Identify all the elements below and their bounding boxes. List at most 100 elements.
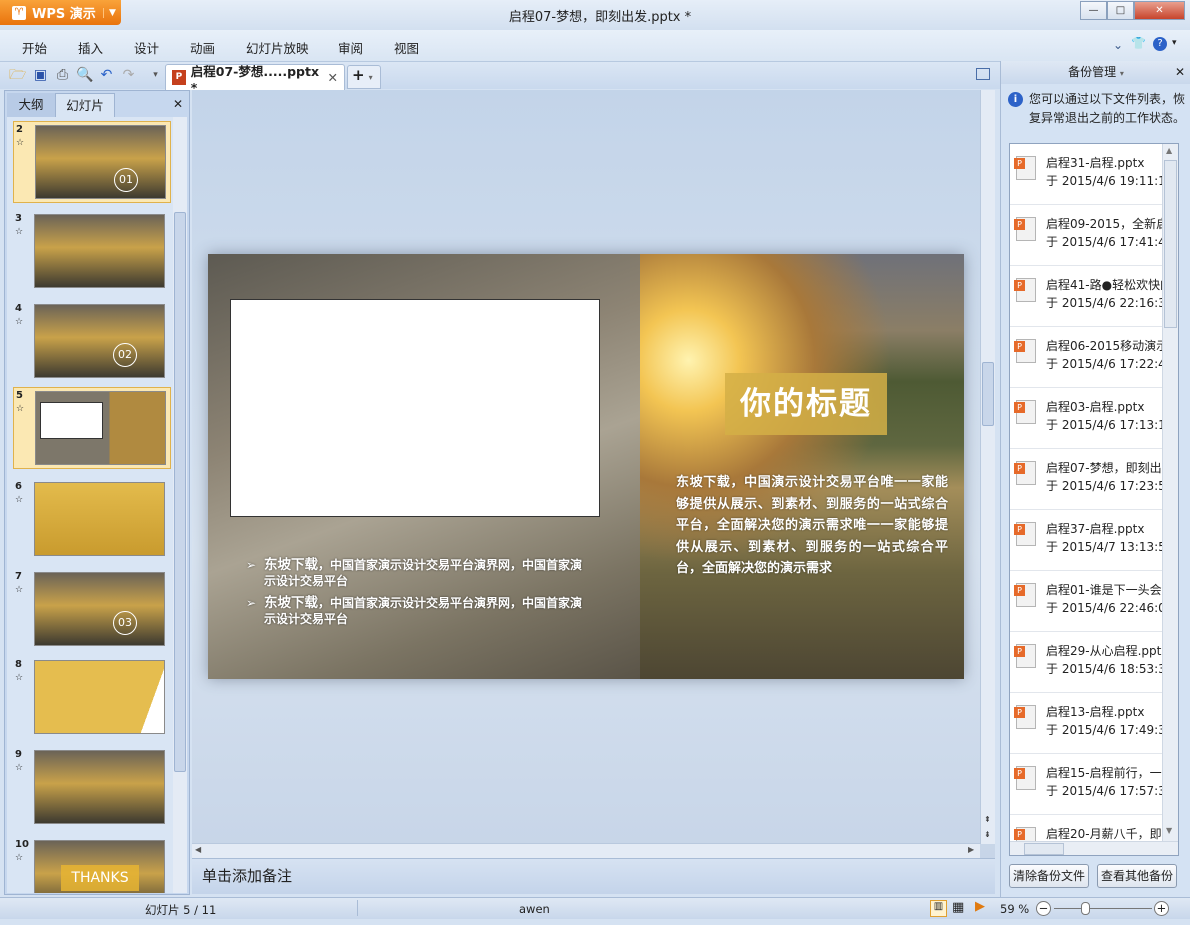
slide-thumbnail-selected[interactable]: 5 ☆: [13, 387, 171, 469]
tab-slides[interactable]: 幻灯片: [55, 93, 115, 117]
slide-title[interactable]: 你的标题: [725, 373, 887, 435]
backup-file-item[interactable]: 启程15-启程前行，一于 2015/4/6 17:57:3: [1010, 754, 1166, 815]
slideshow-icon[interactable]: ▶: [975, 899, 985, 914]
tab-outline[interactable]: 大纲: [7, 93, 55, 117]
view-other-backups-button[interactable]: 查看其他备份: [1097, 864, 1177, 888]
wps-logo-icon: ♈: [12, 5, 26, 20]
slide-thumbnail[interactable]: 10 ☆ THANKS: [13, 837, 171, 893]
backup-file-time: 于 2015/4/6 17:13:1: [1046, 418, 1166, 432]
backup-file-list: 启程31-启程.pptx 于 2015/4/6 19:11:1 启程09-2015，…: [1009, 143, 1179, 856]
backup-file-item[interactable]: 启程13-启程.pptx 于 2015/4/6 17:49:3: [1010, 693, 1166, 754]
scroll-right-icon[interactable]: ▶: [968, 845, 974, 854]
wps-app-menu-button[interactable]: ♈ WPS 演示 ▼: [0, 0, 121, 25]
slide-number: 4: [15, 303, 22, 314]
scroll-down-icon[interactable]: ▼: [1166, 826, 1172, 835]
slide-body-text[interactable]: 东坡下载，中国演示设计交易平台唯一一家能够提供从展示、到素材、到服务的一站式综合…: [676, 472, 948, 580]
slides-panel: 大纲 幻灯片 ✕ 2 ☆ 01 3 ☆ 4 ☆ 02 5 ☆ 6 ☆ 7 ☆ 03 8 ☆ 9 ☆ 1…: [4, 90, 190, 895]
maximize-button[interactable]: □: [1107, 1, 1134, 20]
backup-file-item[interactable]: 启程31-启程.pptx 于 2015/4/6 19:11:1: [1010, 144, 1166, 205]
zoom-slider[interactable]: [1054, 902, 1152, 915]
layout-toggle-icon[interactable]: [976, 68, 990, 80]
close-panel-icon[interactable]: ✕: [1175, 61, 1185, 84]
backup-file-item[interactable]: 启程09-2015，全新启于 2015/4/6 17:41:4: [1010, 205, 1168, 266]
pptx-file-icon: [1014, 156, 1036, 180]
slide-thumbnail[interactable]: 8 ☆: [13, 657, 171, 739]
backup-file-time: 于 2015/4/6 17:41:4: [1046, 235, 1166, 249]
pptx-file-icon: [1014, 339, 1036, 363]
scroll-left-icon[interactable]: ◀: [195, 845, 201, 854]
pptx-file-icon: [1014, 522, 1036, 546]
redo-icon[interactable]: ↷: [120, 67, 137, 84]
backup-file-time: 于 2015/4/6 17:23:5: [1046, 479, 1166, 493]
minimize-button[interactable]: —: [1080, 1, 1107, 20]
customize-icon[interactable]: ▾: [147, 67, 164, 84]
print-icon[interactable]: ⎙: [54, 67, 71, 84]
close-button[interactable]: ✕: [1134, 1, 1185, 20]
document-tab[interactable]: P 启程07-梦想.....pptx * ✕: [165, 64, 345, 95]
backup-file-name: 启程03-启程.pptx: [1046, 400, 1145, 414]
print-preview-icon[interactable]: 🔍: [76, 67, 93, 84]
scroll-up-icon[interactable]: ▲: [1166, 146, 1172, 155]
help-dropdown-icon[interactable]: ▾: [1172, 38, 1177, 48]
menu-home[interactable]: 开始: [22, 38, 47, 57]
backup-list-scrollbar[interactable]: ▲ ▼: [1162, 144, 1178, 841]
info-icon: i: [1008, 92, 1023, 107]
backup-file-item[interactable]: 启程41-路●轻松欢快的于 2015/4/6 22:16:3: [1010, 266, 1172, 327]
scrollbar-thumb[interactable]: [1024, 843, 1064, 855]
backup-file-item[interactable]: 启程29-从心启程.pptx 于 2015/4/6 18:53:3: [1010, 632, 1168, 693]
menu-design[interactable]: 设计: [134, 38, 159, 57]
slide-canvas[interactable]: ➢ 东坡下载，中国首家演示设计交易平台演界网，中国首家演示设计交易平台 ➢ 东坡下载…: [208, 254, 964, 679]
backup-list-hscrollbar[interactable]: [1010, 841, 1178, 855]
next-slide-icon[interactable]: ⇟: [984, 830, 991, 839]
menu-animation[interactable]: 动画: [190, 38, 215, 57]
slide-sorter-icon[interactable]: ▦: [952, 900, 964, 915]
undo-icon[interactable]: ↶: [98, 67, 115, 84]
animation-star-icon: ☆: [16, 404, 25, 414]
editor-horizontal-scrollbar[interactable]: ◀ ▶: [192, 843, 980, 858]
collapse-ribbon-icon[interactable]: ⌄: [1113, 38, 1123, 52]
clear-backup-button[interactable]: 清除备份文件: [1009, 864, 1089, 888]
thumbnail-image: 01: [35, 125, 166, 199]
skin-icon[interactable]: 👕: [1131, 36, 1146, 50]
backup-file-item[interactable]: 启程07-梦想，即刻出于 2015/4/6 17:23:5: [1010, 449, 1166, 510]
open-folder-icon[interactable]: 🗁: [9, 67, 26, 84]
backup-file-item[interactable]: 启程37-启程.pptx 于 2015/4/7 13:13:5: [1010, 510, 1166, 571]
zoom-slider-thumb[interactable]: [1080, 902, 1090, 915]
new-tab-button[interactable]: + ▾: [347, 65, 381, 89]
slide-thumbnail[interactable]: 9 ☆: [13, 747, 171, 829]
zoom-out-button[interactable]: −: [1036, 901, 1051, 916]
bullet-item[interactable]: ➢ 东坡下载，中国首家演示设计交易平台演界网，中国首家演示设计交易平台: [246, 557, 586, 589]
editor-vertical-scrollbar[interactable]: ⇞ ⇟: [980, 90, 995, 844]
menu-insert[interactable]: 插入: [78, 38, 103, 57]
bullet-item[interactable]: ➢ 东坡下载，中国首家演示设计交易平台演界网，中国首家演示设计交易平台: [246, 595, 586, 627]
save-icon[interactable]: ▣: [32, 67, 49, 84]
slide-thumbnail[interactable]: 7 ☆ 03: [13, 569, 171, 651]
backup-file-time: 于 2015/4/6 22:16:3: [1046, 296, 1166, 310]
animation-star-icon: ☆: [15, 317, 24, 327]
close-tab-icon[interactable]: ✕: [328, 70, 338, 85]
menu-slideshow[interactable]: 幻灯片放映: [246, 38, 309, 57]
menu-review[interactable]: 审阅: [338, 38, 363, 57]
backup-file-name: 启程07-梦想，即刻出: [1046, 461, 1162, 475]
backup-panel-title[interactable]: 备份管理: [1068, 65, 1116, 79]
slide-thumbnail[interactable]: 3 ☆: [13, 211, 171, 293]
previous-slide-icon[interactable]: ⇞: [984, 815, 991, 824]
close-panel-icon[interactable]: ✕: [173, 97, 183, 111]
menu-view[interactable]: 视图: [394, 38, 419, 57]
slide-thumbnail[interactable]: 4 ☆ 02: [13, 301, 171, 383]
thumbnail-scrollbar[interactable]: [173, 117, 187, 893]
slide-thumbnail[interactable]: 6 ☆: [13, 479, 171, 561]
notes-area[interactable]: 单击添加备注: [192, 858, 995, 894]
slide-thumbnail[interactable]: 2 ☆ 01: [13, 121, 171, 203]
normal-view-icon[interactable]: ▥: [930, 900, 947, 917]
backup-file-item[interactable]: 启程01-谁是下一头会于 2015/4/6 22:46:0: [1010, 571, 1166, 632]
image-placeholder[interactable]: [230, 299, 600, 517]
zoom-in-button[interactable]: +: [1154, 901, 1169, 916]
backup-file-item[interactable]: 启程03-启程.pptx 于 2015/4/6 17:13:1: [1010, 388, 1166, 449]
scrollbar-thumb[interactable]: [1164, 160, 1177, 328]
dropdown-arrow-icon[interactable]: ▾: [1120, 69, 1124, 78]
scrollbar-thumb[interactable]: [174, 212, 186, 772]
help-icon[interactable]: ?: [1153, 37, 1167, 51]
scrollbar-thumb[interactable]: [982, 362, 994, 426]
backup-file-item[interactable]: 启程06-2015移动演示于 2015/4/6 17:22:4: [1010, 327, 1168, 388]
